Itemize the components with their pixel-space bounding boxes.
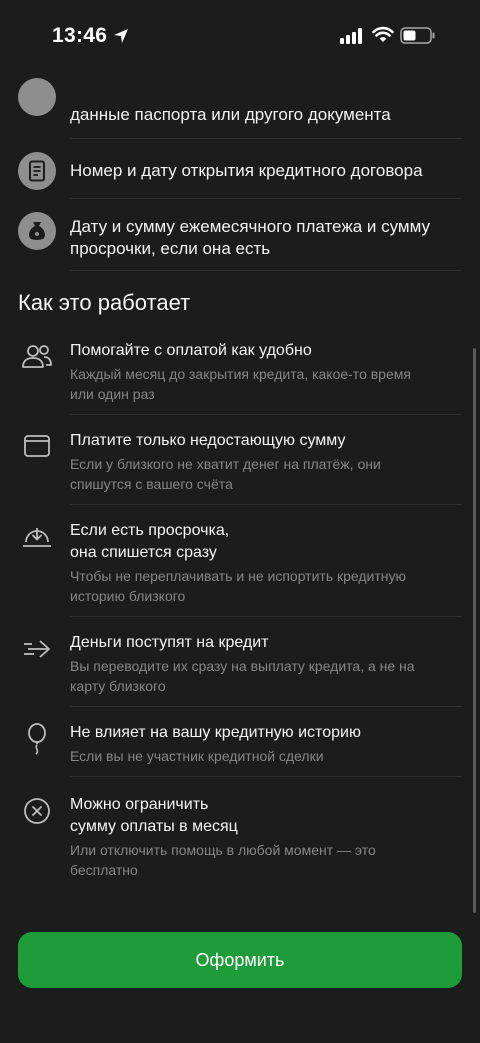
divider <box>70 706 462 707</box>
feature-subtitle: Вы переводите их сразу на выплату кредит… <box>70 658 415 694</box>
feature-subtitle: Каждый месяц до закрытия кредита, какое-… <box>70 366 411 402</box>
feature-subtitle: Чтобы не переплачивать и не испортить кр… <box>70 568 407 604</box>
divider <box>70 414 462 415</box>
feature-title: Деньги поступят на кредит <box>70 634 269 651</box>
feature-title: Можно ограничить сумму оплаты в месяц <box>70 796 238 835</box>
divider <box>70 616 462 617</box>
divider <box>70 776 462 777</box>
person-icon <box>18 78 56 116</box>
document-item-text: данные паспорта или другого документа <box>70 105 391 124</box>
feature-subtitle: Если вы не участник кредитной сделки <box>70 748 324 764</box>
content-scroll-area[interactable]: данные паспорта или другого документа Но… <box>0 72 480 917</box>
feature-title: Если есть просрочка, она спишется сразу <box>70 522 230 561</box>
money-bag-icon <box>18 212 56 250</box>
feature-subtitle: Если у близкого не хватит денег на платё… <box>70 456 381 492</box>
document-item: Номер и дату открытия кредитного договор… <box>18 152 462 192</box>
download-icon <box>23 528 51 547</box>
balloon-icon <box>28 723 46 755</box>
status-bar: 13:46 <box>0 0 480 72</box>
divider <box>70 198 462 199</box>
document-item: Дату и сумму ежемесячного платежа и сумм… <box>18 212 462 268</box>
scrollbar[interactable] <box>473 348 476 913</box>
section-title: Как это работает <box>18 290 191 315</box>
document-item-text: Дату и сумму ежемесячного платежа и сумм… <box>70 217 430 258</box>
divider <box>70 138 462 139</box>
document-item-text: Номер и дату открытия кредитного договор… <box>70 161 423 180</box>
status-time: 13:46 <box>52 24 108 47</box>
divider <box>70 270 462 271</box>
document-icon <box>18 152 56 190</box>
wallet-icon <box>24 435 50 457</box>
feature-title: Не влияет на вашу кредитную историю <box>70 724 361 741</box>
feature-title: Платите только недостающую сумму <box>70 432 346 449</box>
people-icon <box>22 345 52 368</box>
transfer-arrow-icon <box>24 640 50 658</box>
location-arrow-icon <box>114 29 128 43</box>
document-item: данные паспорта или другого документа <box>18 78 462 136</box>
feature-subtitle: Или отключить помощь в любой момент — эт… <box>70 842 376 878</box>
divider <box>70 504 462 505</box>
feature-title: Помогайте с оплатой как удобно <box>70 342 312 359</box>
cellular-signal-icon <box>340 28 362 44</box>
battery-icon <box>400 27 435 44</box>
close-circle-icon <box>24 798 50 824</box>
wifi-icon <box>372 26 394 42</box>
submit-button[interactable]: Оформить <box>18 932 462 988</box>
